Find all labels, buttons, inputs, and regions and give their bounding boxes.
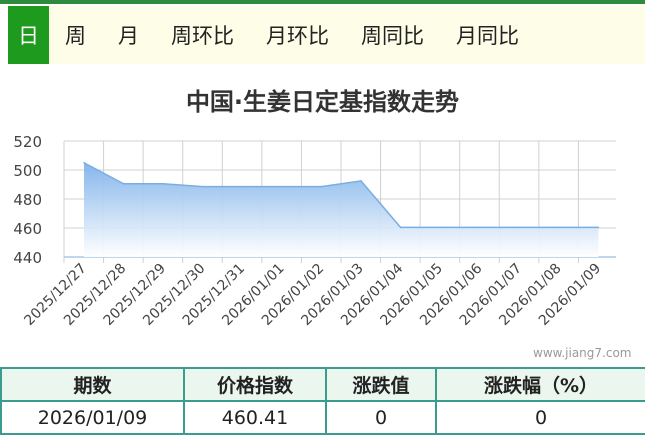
top-border	[0, 0, 645, 4]
table-header-row: 期数 价格指数 涨跌值 涨跌幅（%）	[0, 367, 645, 402]
tab-3[interactable]: 周环比	[155, 6, 250, 64]
chart-title: 中国·生姜日定基指数走势	[185, 88, 460, 116]
y-tick-label: 440	[13, 249, 42, 267]
cell-period: 2026/01/09	[0, 400, 185, 435]
tab-0[interactable]: 日	[8, 6, 49, 64]
index-chart: 4404604805005202025/12/272025/12/282025/…	[13, 133, 616, 329]
y-tick-label: 520	[13, 133, 42, 151]
data-point	[439, 226, 441, 229]
cell-price-index: 460.41	[183, 400, 327, 435]
watermark: www.jiang7.com	[533, 346, 632, 360]
data-point	[83, 161, 85, 164]
data-point	[558, 226, 560, 229]
header-change-value: 涨跌值	[325, 367, 437, 402]
tab-2[interactable]: 月	[102, 6, 155, 64]
header-change-percent: 涨跌幅（%）	[435, 367, 645, 402]
cell-change-percent: 0	[435, 400, 645, 435]
table-row: 2026/01/09 460.41 0 0	[0, 400, 645, 435]
y-tick-label: 480	[13, 191, 42, 209]
data-point	[281, 185, 283, 188]
index-table: 期数 价格指数 涨跌值 涨跌幅（%） 2026/01/09 460.41 0 0	[0, 367, 645, 435]
data-point	[201, 185, 204, 188]
data-point	[597, 226, 600, 229]
tab-4[interactable]: 月环比	[250, 6, 345, 64]
cell-change-value: 0	[325, 400, 437, 435]
data-point	[399, 226, 402, 229]
tab-5[interactable]: 周同比	[345, 6, 440, 64]
y-tick-label: 500	[13, 162, 42, 180]
period-tabs: 日周月周环比 月环比 周同比 月同比	[8, 6, 645, 64]
header-period: 期数	[0, 367, 185, 402]
data-point	[320, 185, 323, 188]
data-point	[241, 185, 244, 188]
y-tick-label: 460	[13, 220, 42, 238]
data-point	[478, 226, 481, 229]
tab-1[interactable]: 周	[49, 6, 102, 64]
data-point	[122, 182, 125, 185]
tab-6[interactable]: 月同比	[440, 6, 535, 64]
data-point	[518, 226, 521, 229]
data-point	[360, 180, 362, 182]
data-point	[162, 182, 164, 185]
header-price-index: 价格指数	[183, 367, 327, 402]
